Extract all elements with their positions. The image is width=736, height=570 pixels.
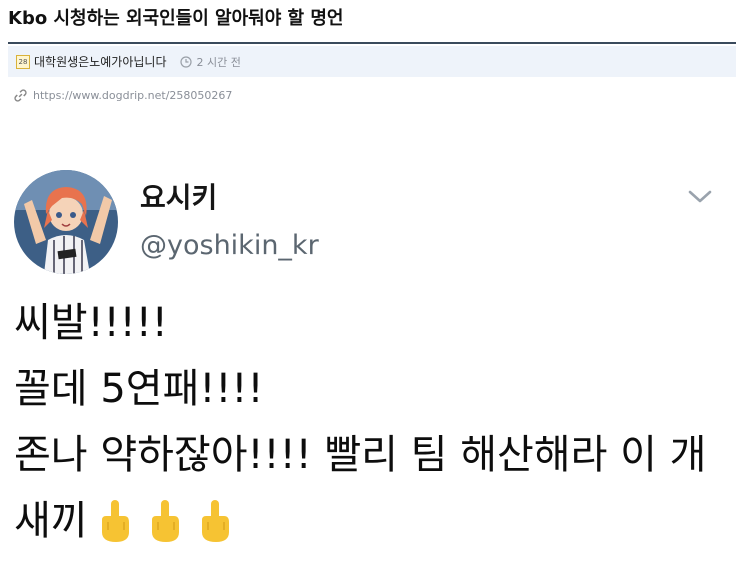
post-link-row: https://www.dogdrip.net/258050267	[14, 86, 232, 104]
link-icon	[14, 88, 27, 102]
avatar	[14, 170, 118, 274]
post-meta-bar: 28 대학원생은노예가아닙니다 2 시간 전	[8, 46, 736, 77]
tweet-display-name[interactable]: 요시키	[140, 180, 217, 216]
post-time: 2 시간 전	[196, 55, 241, 69]
tweet-text-line: 꼴데 5연패!!!!	[14, 366, 264, 412]
author-name[interactable]: 대학원생은노예가아닙니다	[34, 53, 166, 70]
middle-finger-icon	[101, 500, 129, 542]
tweet-text-line-last: 새끼	[14, 496, 234, 546]
tweet-screenshot: 요시키 @yoshikin_kr 씨발!!!!! 꼴데 5연패!!!! 존나 약…	[0, 140, 736, 570]
tweet-text-line: 새끼	[14, 498, 88, 544]
tweet-text-line: 씨발!!!!!	[14, 300, 168, 346]
clock-icon	[180, 55, 193, 68]
middle-finger-icon	[201, 500, 229, 542]
chevron-down-icon[interactable]	[687, 188, 713, 206]
tweet-text-line: 존나 약하잖아!!!! 빨리 팀 해산해라 이 개	[14, 432, 707, 478]
post-title[interactable]: Kbo 시청하는 외국인들이 알아둬야 할 명언	[8, 6, 728, 36]
anime-character-avatar-icon	[14, 170, 118, 274]
title-divider	[8, 42, 736, 44]
level-badge-icon: 28	[16, 54, 30, 69]
post-url-link[interactable]: https://www.dogdrip.net/258050267	[33, 89, 232, 102]
tweet-handle[interactable]: @yoshikin_kr	[140, 228, 319, 264]
middle-finger-icon	[151, 500, 179, 542]
